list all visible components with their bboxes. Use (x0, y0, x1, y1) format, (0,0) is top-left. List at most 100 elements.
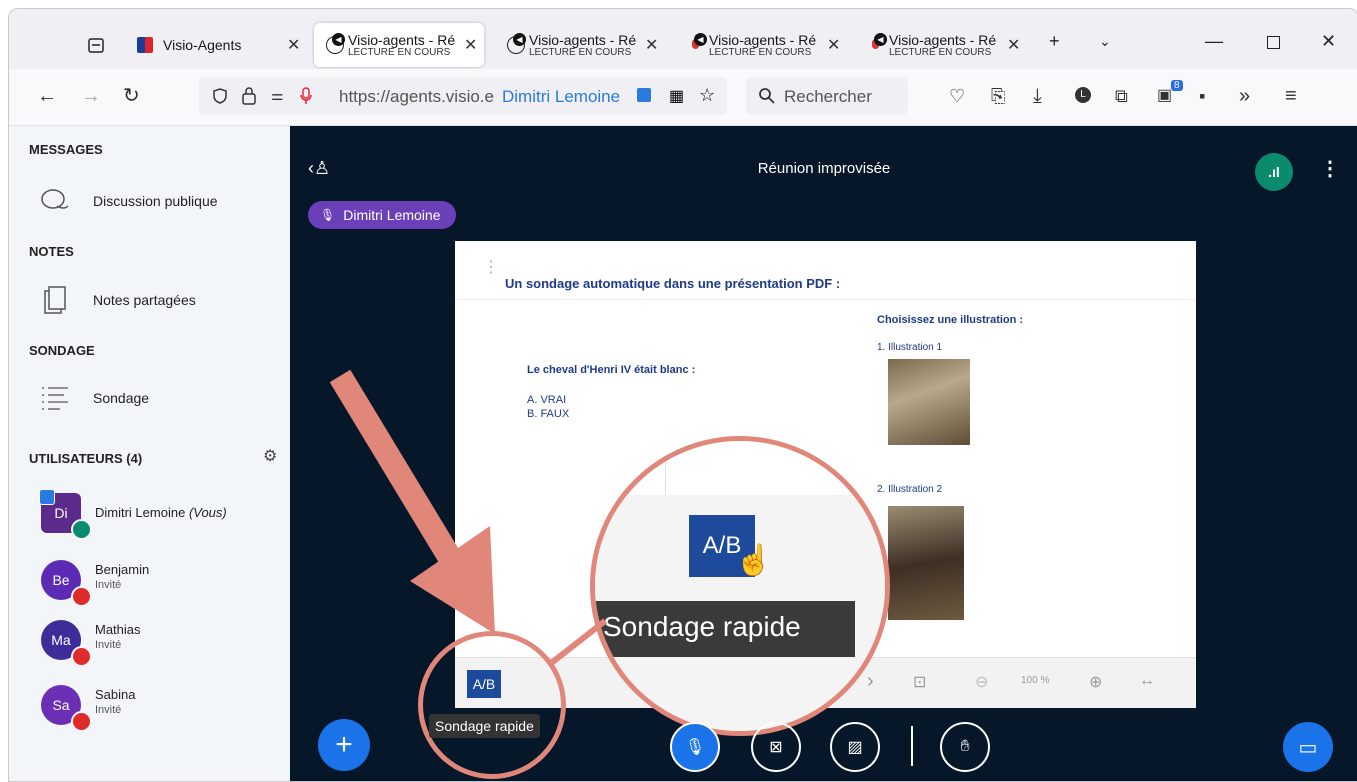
collections-icon[interactable]: ⎘ (991, 84, 1005, 108)
permissions-icon[interactable]: ⚌ (271, 87, 284, 104)
search-icon (759, 88, 775, 104)
user-row[interactable]: Sa Sabina Invité (41, 685, 281, 732)
bookmark-star-icon[interactable]: ☆ (699, 85, 715, 106)
close-window-icon[interactable]: ✕ (1321, 31, 1336, 52)
microphone-icon[interactable] (299, 86, 313, 106)
screen-share-button[interactable]: ▨ (830, 722, 880, 772)
url-user-text: Dimitri Lemoine (502, 87, 621, 106)
actions-plus-button[interactable]: + (318, 719, 370, 771)
muted-microphone-icon (71, 646, 92, 667)
sidebar-item-shared-notes[interactable]: Notes partagées (35, 280, 196, 320)
controls-divider (911, 726, 913, 766)
menu-icon[interactable]: ≡ (1285, 84, 1297, 108)
camera-off-icon: ⊠ (769, 739, 783, 756)
close-icon[interactable]: ✕ (645, 35, 658, 55)
poll-label: Sondage (93, 390, 150, 406)
speaker-name: Dimitri Lemoine (343, 207, 441, 223)
notification-extension-icon[interactable]: ▣ (1157, 84, 1172, 108)
tab-title: Visio-agents - Ré (529, 32, 637, 48)
user-role: Invité (95, 639, 122, 651)
more-options-icon[interactable]: ⋮ (1320, 156, 1340, 181)
slide-question: Le cheval d'Henri IV était blanc : (527, 364, 696, 376)
user-row[interactable]: Be Benjamin Invité (41, 560, 281, 607)
tab-title: Visio-Agents (163, 37, 242, 53)
user-name: Mathias (95, 622, 141, 637)
forward-icon[interactable]: → (81, 84, 101, 108)
slide-options-icon[interactable]: ⋮ (483, 257, 499, 277)
minimize-icon[interactable]: — (1205, 31, 1223, 52)
user-role: Invité (95, 704, 122, 716)
hand-cursor-icon: ☝ (735, 544, 773, 577)
zoom-out-icon[interactable]: ⊖ (975, 672, 988, 692)
new-tab-icon[interactable]: + (1049, 31, 1060, 52)
tab-visio-agents-1[interactable]: ◀ Visio-agents - Ré LECTURE EN COURS ✕ (314, 23, 484, 67)
user-row[interactable]: Di Dimitri Lemoine (Vous) (39, 489, 281, 540)
tab-subtitle: LECTURE EN COURS (889, 47, 992, 58)
overflow-chevrons-icon[interactable]: » (1239, 84, 1250, 108)
slide-title: Un sondage automatique dans une présenta… (505, 276, 841, 291)
sidebar-item-public-chat[interactable]: Discussion publique (35, 181, 218, 221)
shared-notes-label: Notes partagées (93, 292, 196, 308)
tab-visio-agents-4[interactable]: ◀ Visio-agents - Ré LECTURE EN COURS ✕ (861, 23, 1031, 67)
screen-share-off-icon: ▨ (847, 739, 863, 756)
fit-icon[interactable]: ⊡ (913, 672, 926, 692)
talking-indicator: 🎙︎ Dimitri Lemoine (308, 201, 457, 229)
close-icon[interactable]: ✕ (287, 35, 300, 55)
tab-list-button[interactable] (87, 23, 107, 67)
download-icon[interactable]: ⤓ (1033, 84, 1042, 108)
profile-l-icon[interactable]: L (1075, 87, 1091, 103)
microphone-icon (71, 519, 92, 540)
chevron-down-icon[interactable]: ⌄ (1099, 33, 1111, 50)
navigation-bar: ← → ↻ ⚌ https://agents.visio.e Dimitri L… (9, 69, 1357, 126)
illustration-1-image (888, 359, 970, 445)
close-icon[interactable]: ✕ (827, 35, 840, 55)
close-icon[interactable]: ✕ (1007, 35, 1020, 55)
close-icon[interactable]: ✕ (464, 35, 477, 55)
sidebar: MESSAGES Discussion publique NOTES Notes… (9, 126, 290, 781)
camera-toggle-button[interactable]: ⊠ (751, 722, 801, 772)
search-box[interactable]: Rechercher (746, 77, 908, 115)
qr-code-icon[interactable]: ▦ (669, 86, 684, 106)
back-icon[interactable]: ← (37, 84, 57, 108)
microphone-icon: 🎙︎ (684, 739, 706, 756)
shield-icon (213, 88, 227, 104)
zoom-in-icon[interactable]: ⊕ (1089, 672, 1102, 692)
presenter-icon (39, 489, 55, 505)
microphone-icon: ◀ (689, 33, 707, 53)
maximize-icon[interactable] (1267, 33, 1280, 54)
raise-hand-button[interactable]: ✋︎ (940, 722, 990, 772)
extensions-icon[interactable]: ⧉ (1115, 84, 1128, 108)
url-bar[interactable]: ⚌ https://agents.visio.e Dimitri Lemoine… (199, 77, 727, 115)
tab-visio-agents[interactable]: Visio-Agents ✕ (137, 23, 305, 67)
tab-visio-agents-3[interactable]: ◀ Visio-agents - Ré LECTURE EN COURS ✕ (681, 23, 851, 67)
highlight-circle (418, 631, 566, 779)
reload-icon[interactable]: ↻ (123, 84, 140, 108)
tab-visio-agents-2[interactable]: ◀ Visio-agents - Ré LECTURE EN COURS ✕ (499, 23, 669, 67)
grid-plus-icon[interactable]: ▪ (1199, 84, 1205, 108)
globe-icon: ◀ (326, 33, 345, 54)
tab-title: Visio-agents - Ré (889, 32, 997, 48)
microphone-toggle-button[interactable]: 🎙︎ (670, 722, 720, 772)
connection-status-icon[interactable]: .ıl (1255, 153, 1293, 191)
muted-microphone-icon (71, 711, 92, 732)
hand-icon: ✋︎ (960, 738, 970, 755)
user-row[interactable]: Ma Mathias Invité (41, 620, 281, 667)
sidebar-item-poll[interactable]: Sondage (35, 378, 149, 418)
slide-choose-label: Choisissez une illustration : (877, 314, 1024, 326)
user-name: Sabina (95, 687, 136, 702)
users-header: UTILISATEURS (4) (29, 451, 143, 466)
lock-icon (242, 87, 256, 105)
tab-bar: Visio-Agents ✕ ◀ Visio-agents - Ré LECTUR… (9, 9, 1357, 69)
gear-icon[interactable]: ⚙ (263, 446, 277, 466)
presentation-toggle-button[interactable]: ▭ (1283, 722, 1333, 772)
fit-width-icon[interactable]: ↔ (1139, 672, 1155, 690)
microphone-icon: 🎙︎ (320, 208, 336, 222)
pocket-icon[interactable]: ♡ (949, 84, 965, 108)
chat-icon (35, 181, 75, 221)
slide-answer-b: B. FAUX (527, 408, 570, 420)
user-name: Benjamin (95, 562, 150, 577)
magnifier-annotation: A/B ☝ Sondage rapide (590, 436, 890, 736)
user-name: Dimitri Lemoine (Vous) (95, 505, 227, 520)
messages-header: MESSAGES (29, 142, 103, 157)
microphone-icon: ◀ (869, 33, 887, 53)
